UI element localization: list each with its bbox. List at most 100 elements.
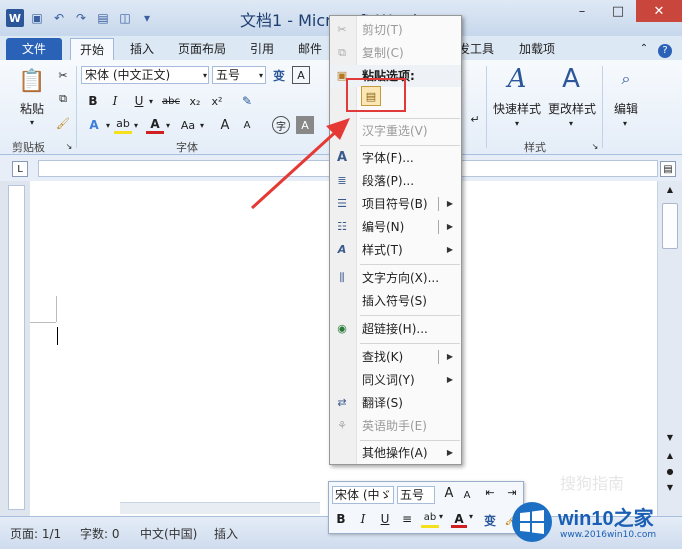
submenu-arrow-icon[interactable]: ▶ [447,442,453,464]
menu-item-more-actions[interactable]: 其他操作(A) ▶ [330,442,461,464]
enclose-char-button[interactable]: 字 [272,116,290,134]
font-size-dropdown-icon[interactable]: ▾ [256,69,266,81]
undo-icon[interactable]: ↶ [50,9,68,27]
menu-item-text-direction[interactable]: ⫼ 文字方向(X)... [330,267,461,289]
customize-qat-icon[interactable]: ▾ [138,9,156,27]
char-shading-icon[interactable]: A [296,116,314,134]
mini-bold-button[interactable]: B [333,512,349,530]
ruler-toggle-icon[interactable]: ▤ [660,161,676,177]
editing-button[interactable]: 编辑 [606,100,646,116]
editing-dropdown-icon[interactable]: ▾ [620,118,630,128]
mini-highlight-icon[interactable]: ab [421,512,439,528]
redo-icon[interactable]: ↷ [72,9,90,27]
submenu-arrow-icon[interactable]: ▶ [447,369,453,391]
menu-item-styles[interactable]: A 样式(T) ▶ [330,239,461,261]
word-count[interactable]: 字数: 0 [80,525,120,542]
superscript-button[interactable]: x² [208,92,226,110]
text-effects-dropdown-icon[interactable]: ▾ [104,116,112,134]
mini-shrink-font-icon[interactable]: A [459,486,475,504]
menu-item-font[interactable]: A 字体(F)... [330,147,461,169]
mini-center-align-icon[interactable]: ≡ [399,512,415,530]
insert-mode[interactable]: 插入 [214,525,238,542]
tab-home[interactable]: 开始 [70,38,114,60]
prev-page-icon[interactable]: ▲ [662,451,678,465]
vertical-ruler[interactable] [8,185,25,510]
maximize-button[interactable]: □ [600,0,636,22]
tab-references[interactable]: 引用 [240,38,284,60]
tab-mailings[interactable]: 邮件 [290,38,330,60]
save-icon[interactable]: ▣ [28,9,46,27]
tab-insert[interactable]: 插入 [120,38,164,60]
submenu-arrow-icon[interactable]: ▶ [447,216,453,238]
page-count[interactable]: 页面: 1/1 [10,525,61,542]
language-indicator[interactable]: 中文(中国) [140,525,197,542]
change-case-dropdown-icon[interactable]: ▾ [198,116,206,134]
font-color-dropdown-icon[interactable]: ▾ [164,116,172,134]
menu-item-cut[interactable]: ✂ 剪切(T) [330,19,461,41]
styles-launcher-icon[interactable]: ↘ [590,141,600,151]
help-icon[interactable]: ? [656,38,674,60]
grow-font-button[interactable]: A [216,116,234,134]
minimize-button[interactable]: – [564,0,600,22]
mini-font-color-dropdown-icon[interactable]: ▾ [469,512,477,530]
phonetic-guide-button[interactable]: 变 [270,66,288,84]
word-logo-icon[interactable]: W [6,9,24,27]
change-case-button[interactable]: Aa [178,116,198,134]
format-painter-icon[interactable]: 🖌 [56,116,70,130]
underline-dropdown-icon[interactable]: ▾ [146,92,156,110]
change-styles-icon[interactable]: A [556,64,586,94]
menu-item-hyperlink[interactable]: ◉ 超链接(H)... [330,318,461,340]
paste-button[interactable]: 粘贴 [14,100,50,116]
scroll-up-icon[interactable]: ▲ [662,185,678,199]
tab-page-layout[interactable]: 页面布局 [170,38,234,60]
mini-font-color-button[interactable]: A [451,512,467,528]
copy-icon[interactable]: ⧉ [56,92,70,106]
menu-item-copy[interactable]: ⧉ 复制(C) [330,42,461,64]
font-name-dropdown-icon[interactable]: ▾ [200,69,210,81]
menu-item-synonyms[interactable]: 同义词(Y) ▶ [330,369,461,391]
font-color-button[interactable]: A [146,116,164,134]
submenu-arrow-icon[interactable]: ▶ [447,239,453,261]
find-binoculars-icon[interactable]: ⌕ [614,66,638,92]
submenu-arrow-icon[interactable]: ▶ [447,346,453,368]
print-preview-icon[interactable]: ◫ [116,9,134,27]
highlight-dropdown-icon[interactable]: ▾ [132,116,140,134]
cut-icon[interactable]: ✂ [56,68,70,82]
tab-addins[interactable]: 加载项 [512,38,562,60]
close-button[interactable]: ✕ [636,0,682,22]
keep-text-only-paste-icon[interactable]: ▤ [361,86,381,106]
italic-button[interactable]: I [106,92,124,110]
scroll-down-icon[interactable]: ▼ [662,433,678,447]
quick-styles-button[interactable]: 快速样式 [488,100,546,116]
horizontal-scrollbar[interactable] [120,502,320,514]
menu-item-insert-symbol[interactable]: 插入符号(S) [330,290,461,312]
tab-selector-icon[interactable]: L [12,161,28,177]
paragraph-mark-icon[interactable]: ↵ [468,112,482,126]
text-effects-icon[interactable]: A [84,116,104,134]
open-icon[interactable]: ▤ [94,9,112,27]
submenu-arrow-icon[interactable]: ▶ [447,193,453,215]
paste-icon[interactable]: 📋 [18,66,46,96]
tab-file[interactable]: 文件 [6,38,62,60]
menu-item-find[interactable]: 查找(K) ▶ [330,346,461,368]
minimize-ribbon-icon[interactable]: ⌃ [636,38,652,60]
mini-underline-button[interactable]: U [377,512,393,530]
char-border-button[interactable]: A [292,66,310,84]
quick-styles-dropdown-icon[interactable]: ▾ [512,118,522,128]
menu-item-english-assistant[interactable]: ⚘ 英语助手(E) [330,415,461,437]
change-styles-button[interactable]: 更改样式 [546,100,598,116]
mini-font-name-combo[interactable]: 宋体 (中ゞ [332,486,394,504]
mini-grow-font-icon[interactable]: A [441,486,457,504]
clipboard-launcher-icon[interactable]: ↘ [64,141,74,151]
browse-object-icon[interactable]: ● [662,467,678,481]
menu-item-numbering[interactable]: ☷ 编号(N) ▶ [330,216,461,238]
clear-format-icon[interactable]: ✎ [238,92,256,110]
mini-highlight-dropdown-icon[interactable]: ▾ [439,512,447,530]
mini-font-size-combo[interactable]: 五号 [397,486,435,504]
highlight-icon[interactable]: ab [114,116,132,134]
menu-item-paragraph[interactable]: ≣ 段落(P)... [330,170,461,192]
scroll-thumb[interactable] [662,203,678,249]
menu-item-reconvert[interactable]: 汉字重选(V) [330,120,461,142]
shrink-font-button[interactable]: A [238,116,256,134]
strikethrough-button[interactable]: abc [160,92,182,110]
